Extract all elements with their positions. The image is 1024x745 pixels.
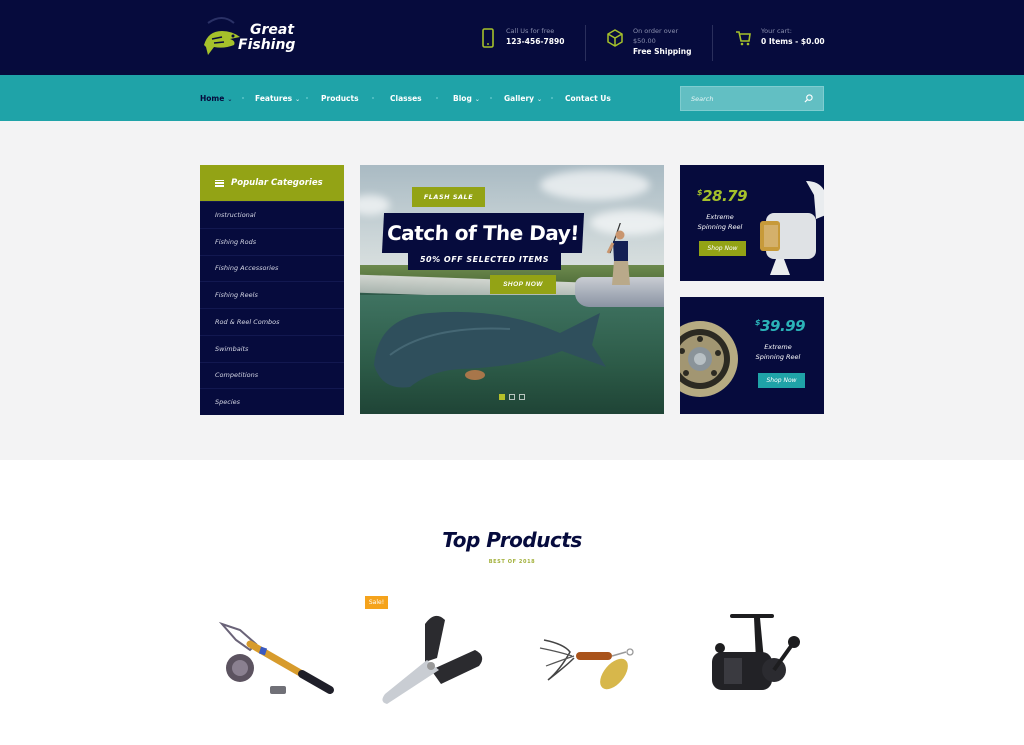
category-item[interactable]: Fishing Reels [200, 281, 344, 308]
search-input[interactable] [681, 87, 801, 110]
product-spinner-lure-image[interactable] [530, 600, 660, 710]
fisherman-image [606, 223, 630, 285]
product-rod-reel-image[interactable] [210, 600, 340, 710]
brand-name: Great Fishing [238, 22, 296, 53]
spinning-reel-image [760, 181, 824, 275]
cart-info[interactable]: Your cart: 0 Items - $0.00 [735, 26, 825, 48]
top-header: Great Fishing Call Us for free 123-456-7… [0, 0, 1024, 75]
slide-subline: 50% OFF SELECTED ITEMS [408, 248, 561, 270]
nav-home[interactable]: Home ⌄ [200, 94, 232, 103]
promo-product-name: Extreme Spinning Reel [755, 343, 801, 361]
nav-separator [436, 97, 438, 99]
nav-features[interactable]: Features ⌄ [255, 94, 300, 103]
divider [712, 25, 713, 61]
search-box [680, 86, 824, 111]
product-multitool-image[interactable] [365, 600, 495, 710]
slide-dot[interactable] [509, 394, 515, 400]
chevron-down-icon: ⌄ [474, 96, 480, 103]
categories-header[interactable]: Popular Categories [200, 165, 344, 201]
cart-icon [736, 31, 751, 46]
cart-summary[interactable]: 0 Items - $0.00 [761, 36, 825, 47]
promo-product-name: Extreme Spinning Reel [697, 213, 743, 231]
carp-fish-image [374, 311, 606, 388]
phone-number[interactable]: 123-456-7890 [506, 36, 564, 47]
nav-separator [490, 97, 492, 99]
nav-separator [551, 97, 553, 99]
nav-gallery[interactable]: Gallery ⌄ [504, 94, 542, 103]
category-item[interactable]: Species [200, 388, 344, 415]
category-item[interactable]: Fishing Rods [200, 227, 344, 255]
main-nav: Home ⌄ Features ⌄ Products Classes Blog ⌄ G… [0, 75, 1024, 121]
search-icon[interactable] [804, 94, 813, 103]
promo-banner[interactable]: $28.79 Extreme Spinning Reel Shop Now [680, 165, 824, 281]
category-item[interactable]: Competitions [200, 361, 344, 389]
promo-price: $28.79 [697, 187, 748, 205]
box-icon [607, 29, 623, 47]
slide-dot[interactable] [519, 394, 525, 400]
nav-separator [372, 97, 374, 99]
slide-dot[interactable] [499, 394, 505, 400]
nav-blog[interactable]: Blog ⌄ [453, 94, 480, 103]
category-item[interactable]: Instructional [200, 201, 344, 228]
slider-pagination [499, 394, 525, 400]
nav-contact[interactable]: Contact Us [565, 94, 611, 103]
chevron-down-icon: ⌄ [227, 96, 233, 103]
category-item[interactable]: Rod & Reel Combos [200, 308, 344, 335]
nav-separator [306, 97, 308, 99]
divider [585, 25, 586, 61]
nav-classes[interactable]: Classes [390, 94, 422, 103]
phone-icon [482, 28, 494, 48]
section-title: Top Products [442, 528, 582, 552]
chevron-down-icon: ⌄ [295, 96, 301, 103]
section-subtitle: BEST OF 2018 [488, 559, 536, 565]
slide-headline: Catch of The Day! [381, 213, 585, 253]
promo-banner[interactable]: $39.99 Extreme Spinning Reel Shop Now [680, 297, 824, 414]
shipping-info: On order over $50.00 Free Shipping [607, 26, 691, 57]
nav-separator [242, 97, 244, 99]
chevron-down-icon: ⌄ [537, 96, 543, 103]
fly-reel-image [680, 321, 738, 397]
flash-sale-badge: FLASH SALE [412, 187, 485, 207]
call-info: Call Us for free 123-456-7890 [480, 26, 564, 48]
hero-slider[interactable]: FLASH SALE Catch of The Day! 50% OFF SEL… [360, 165, 664, 414]
nav-products[interactable]: Products [321, 94, 359, 103]
menu-icon [215, 179, 224, 187]
promo-shop-now-button[interactable]: Shop Now [699, 241, 746, 256]
product-spinning-reel-image[interactable] [690, 600, 820, 710]
shop-now-button[interactable]: SHOP NOW [490, 275, 556, 294]
category-item[interactable]: Fishing Accessories [200, 254, 344, 282]
promo-shop-now-button[interactable]: Shop Now [758, 373, 805, 388]
categories-panel: Popular Categories Instructional Fishing… [200, 165, 344, 415]
category-item[interactable]: Swimbaits [200, 334, 344, 362]
logo[interactable]: Great Fishing [200, 13, 296, 59]
promo-price: $39.99 [755, 317, 806, 335]
cloud-image [540, 170, 650, 200]
